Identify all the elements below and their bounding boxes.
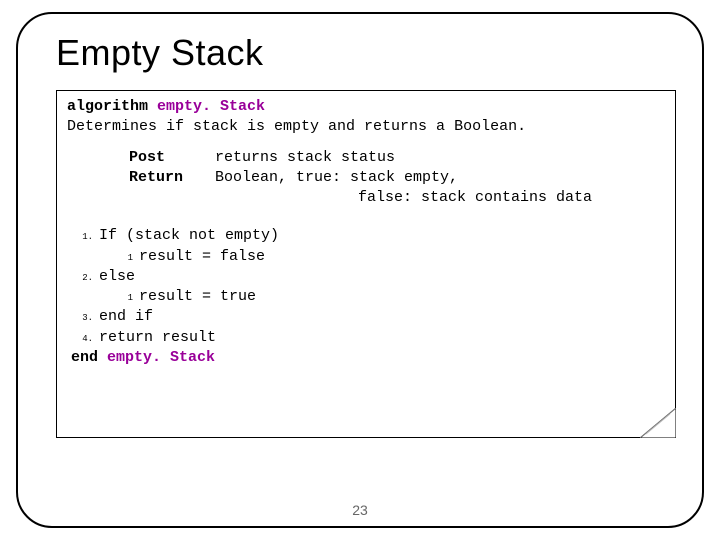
- substep-text: result = true: [139, 287, 256, 307]
- steps-block: 1. If (stack not empty) 1 result = false…: [67, 226, 665, 368]
- step-text: If (stack not empty): [99, 226, 279, 246]
- post-label: Post: [67, 148, 215, 168]
- post-text: returns stack status: [215, 148, 665, 168]
- step-2: 2. else: [67, 267, 665, 287]
- end-row: end empty. Stack: [67, 348, 665, 368]
- algorithm-box: algorithm empty. Stack Determines if sta…: [56, 90, 676, 438]
- return-continuation: false: stack contains data: [67, 188, 665, 208]
- post-return-block: Post returns stack status Return Boolean…: [67, 148, 665, 209]
- step-2-sub: 1 result = true: [67, 287, 665, 307]
- return-row: Return Boolean, true: stack empty,: [67, 168, 665, 188]
- step-1: 1. If (stack not empty): [67, 226, 665, 246]
- substep-number: 1: [67, 292, 139, 304]
- page-number: 23: [18, 502, 702, 518]
- slide-title: Empty Stack: [56, 32, 680, 74]
- keyword-algorithm: algorithm: [67, 98, 148, 115]
- algo-description: Determines if stack is empty and returns…: [67, 117, 665, 137]
- return-text: Boolean, true: stack empty,: [215, 168, 665, 188]
- step-text: return result: [99, 328, 216, 348]
- step-4: 4. return result: [67, 328, 665, 348]
- post-row: Post returns stack status: [67, 148, 665, 168]
- step-number: 2.: [67, 272, 99, 284]
- end-name: empty. Stack: [107, 349, 215, 366]
- algo-name: empty. Stack: [157, 98, 265, 115]
- step-number: 3.: [67, 312, 99, 324]
- page-fold-icon: [640, 408, 676, 438]
- return-label: Return: [67, 168, 215, 188]
- keyword-end: end: [71, 349, 98, 366]
- substep-text: result = false: [139, 247, 265, 267]
- step-number: 1.: [67, 231, 99, 243]
- step-text: else: [99, 267, 135, 287]
- algo-header: algorithm empty. Stack: [67, 97, 665, 117]
- step-1-sub: 1 result = false: [67, 247, 665, 267]
- slide-frame: Empty Stack algorithm empty. Stack Deter…: [16, 12, 704, 528]
- step-text: end if: [99, 307, 153, 327]
- substep-number: 1: [67, 252, 139, 264]
- step-number: 4.: [67, 333, 99, 345]
- step-3: 3. end if: [67, 307, 665, 327]
